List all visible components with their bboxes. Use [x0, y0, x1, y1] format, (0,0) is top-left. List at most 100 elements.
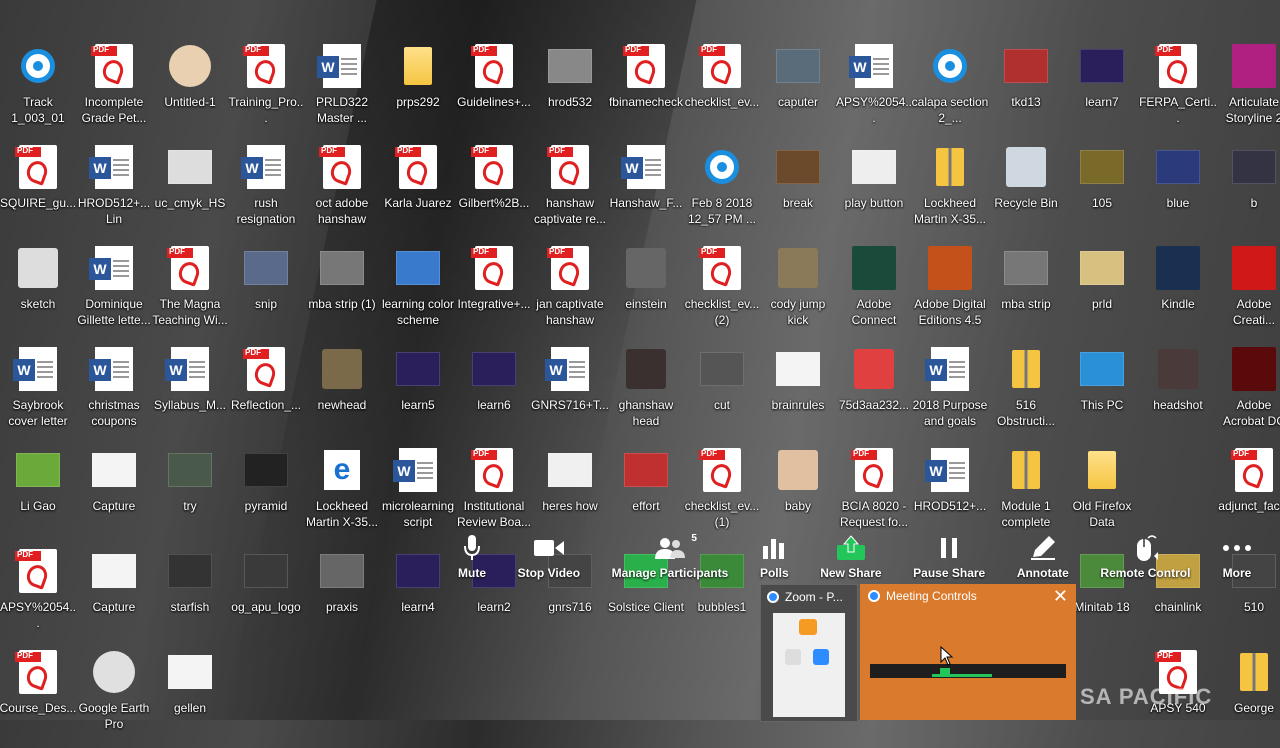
desktop-icon[interactable]: PRLD322 Master ...	[304, 42, 380, 142]
desktop-icon[interactable]: PDF Integrative+...	[456, 244, 532, 344]
desktop-icon[interactable]: PDF oct adobe hanshaw	[304, 143, 380, 243]
pdf-tag: PDF	[321, 146, 337, 155]
desktop-icon[interactable]: PDF hanshaw captivate re...	[532, 143, 608, 243]
desktop-icon[interactable]: prld	[1064, 244, 1140, 344]
zoom-taskbar-preview[interactable]: Zoom - P...	[760, 584, 858, 722]
desktop-icon[interactable]: uc_cmyk_HS	[152, 143, 228, 243]
desktop-icon[interactable]: Feb 8 2018 12_57 PM ...	[684, 143, 760, 243]
desktop-icon[interactable]: PDF jan captivate hanshaw	[532, 244, 608, 344]
desktop-icon[interactable]: Capture	[76, 547, 152, 647]
desktop-icon[interactable]: 75d3aa232...	[836, 345, 912, 445]
desktop-icon[interactable]: calapa section 2_...	[912, 42, 988, 142]
desktop-icon[interactable]: learn6	[456, 345, 532, 445]
manage-participants-button[interactable]: 5 Manage Participants	[606, 533, 735, 580]
desktop-icon[interactable]: pyramid	[228, 446, 304, 546]
annotate-button[interactable]: Annotate	[1011, 533, 1075, 580]
desktop-icon[interactable]: microlearning script	[380, 446, 456, 546]
desktop-icon[interactable]: rush resignation	[228, 143, 304, 243]
desktop-icon[interactable]: Li Gao	[0, 446, 76, 546]
polls-button[interactable]: Polls	[754, 533, 795, 580]
desktop-icon-label: learning color scheme	[381, 297, 455, 327]
close-icon[interactable]: ✕	[1053, 586, 1068, 607]
desktop-icon[interactable]: Articulate Storyline 2	[1216, 42, 1280, 142]
desktop-icon[interactable]: christmas coupons	[76, 345, 152, 445]
desktop-icon[interactable]: PDF SQUIRE_gu...	[0, 143, 76, 243]
desktop-icon[interactable]: HROD512+... Lin	[76, 143, 152, 243]
desktop-icon[interactable]: 516 Obstructi...	[988, 345, 1064, 445]
desktop-icon[interactable]: sketch	[0, 244, 76, 344]
desktop-icon[interactable]: learning color scheme	[380, 244, 456, 344]
desktop-icon[interactable]: PDF Training_Pro...	[228, 42, 304, 142]
mute-button[interactable]: Mute	[452, 533, 492, 580]
desktop-icon[interactable]: headshot	[1140, 345, 1216, 445]
desktop-icon[interactable]: George	[1216, 648, 1280, 748]
desktop-icon[interactable]: PDF checklist_ev...	[684, 42, 760, 142]
desktop-icon[interactable]: PDF APSY%2054...	[0, 547, 76, 647]
desktop-icon[interactable]: PDF Gilbert%2B...	[456, 143, 532, 243]
desktop-icon[interactable]: caputer	[760, 42, 836, 142]
desktop-icon[interactable]: brainrules	[760, 345, 836, 445]
desktop-icon[interactable]: Dominique Gillette lette...	[76, 244, 152, 344]
desktop-icon[interactable]: ghanshaw head	[608, 345, 684, 445]
desktop-icon[interactable]: gellen	[152, 648, 228, 748]
desktop-icon[interactable]: praxis	[304, 547, 380, 647]
desktop-icon[interactable]: prps292	[380, 42, 456, 142]
desktop-icon-label: cut	[713, 398, 730, 412]
meeting-controls-preview[interactable]: Meeting Controls ✕	[860, 584, 1076, 720]
desktop-icon[interactable]: Adobe Connect	[836, 244, 912, 344]
desktop-icon[interactable]: This PC	[1064, 345, 1140, 445]
desktop-icon[interactable]: Lockheed Martin X-35...	[912, 143, 988, 243]
desktop-icon[interactable]: 105	[1064, 143, 1140, 243]
desktop-icon[interactable]: Track 1_003_01	[0, 42, 76, 142]
desktop-icon[interactable]: snip	[228, 244, 304, 344]
desktop-icon[interactable]: mba strip	[988, 244, 1064, 344]
desktop-icon[interactable]: PDF Karla Juarez	[380, 143, 456, 243]
desktop-icon[interactable]: Hanshaw_F...	[608, 143, 684, 243]
desktop-icon[interactable]: Syllabus_M...	[152, 345, 228, 445]
desktop-icon[interactable]: Untitled-1	[152, 42, 228, 142]
more-button[interactable]: More	[1216, 533, 1258, 580]
desktop-icon[interactable]: tkd13	[988, 42, 1064, 142]
desktop-icon[interactable]: learn5	[380, 345, 456, 445]
desktop-icon[interactable]: Adobe Acrobat DC	[1216, 345, 1280, 445]
desktop-icon[interactable]: mba strip (1)	[304, 244, 380, 344]
desktop-icon[interactable]: Lockheed Martin X-35...	[304, 446, 380, 546]
desktop-icon[interactable]: PDF Guidelines+...	[456, 42, 532, 142]
stop-video-button[interactable]: Stop Video	[512, 533, 586, 580]
desktop-icon[interactable]: Recycle Bin	[988, 143, 1064, 243]
desktop-icon[interactable]: newhead	[304, 345, 380, 445]
desktop-icon[interactable]: PDF checklist_ev... (2)	[684, 244, 760, 344]
desktop-icon[interactable]: Google Earth Pro	[76, 648, 152, 748]
desktop-icon[interactable]: APSY%2054...	[836, 42, 912, 142]
desktop-icon[interactable]: GNRS716+T...	[531, 345, 609, 445]
desktop-icon[interactable]: try	[152, 446, 228, 546]
desktop-icon[interactable]: cody jump kick	[760, 244, 836, 344]
desktop-icon[interactable]: Saybrook cover letter	[0, 345, 76, 445]
desktop-icon[interactable]: PDF Reflection_...	[228, 345, 304, 445]
desktop-icon[interactable]: og_apu_logo	[228, 547, 304, 647]
desktop-icon[interactable]: learn4	[380, 547, 456, 647]
desktop-icon[interactable]: play button	[836, 143, 912, 243]
desktop-icon[interactable]: 2018 Purpose and goals	[912, 345, 988, 445]
desktop-icon[interactable]: hrod532	[532, 42, 608, 142]
desktop-icon[interactable]: PDF FERPA_Certi...	[1139, 42, 1217, 142]
desktop-icon[interactable]: Adobe Creati...	[1216, 244, 1280, 344]
desktop-icon[interactable]: einstein	[608, 244, 684, 344]
desktop-icon[interactable]: cut	[684, 345, 760, 445]
desktop-icon[interactable]: PDF Course_Des...	[0, 648, 76, 748]
new-share-button[interactable]: New Share	[814, 533, 887, 580]
desktop-icon[interactable]: Capture	[76, 446, 152, 546]
desktop-icon[interactable]: break	[760, 143, 836, 243]
desktop-icon[interactable]: PDF Incomplete Grade Pet...	[76, 42, 152, 142]
pause-share-button[interactable]: Pause Share	[907, 533, 991, 580]
desktop-icon[interactable]: PDF fbinamecheck	[608, 42, 684, 142]
desktop-icon[interactable]: b	[1216, 143, 1280, 243]
desktop-icon[interactable]: blue	[1140, 143, 1216, 243]
desktop-icon[interactable]: PDF The Magna Teaching Wi...	[152, 244, 228, 344]
desktop-icon[interactable]: learn7	[1064, 42, 1140, 142]
desktop-icon[interactable]: Adobe Digital Editions 4.5	[912, 244, 988, 344]
remote-control-button[interactable]: Remote Control	[1094, 533, 1196, 580]
desktop-icon[interactable]: starfish	[152, 547, 228, 647]
desktop-icon[interactable]: Kindle	[1140, 244, 1216, 344]
polls-label: Polls	[759, 566, 789, 580]
